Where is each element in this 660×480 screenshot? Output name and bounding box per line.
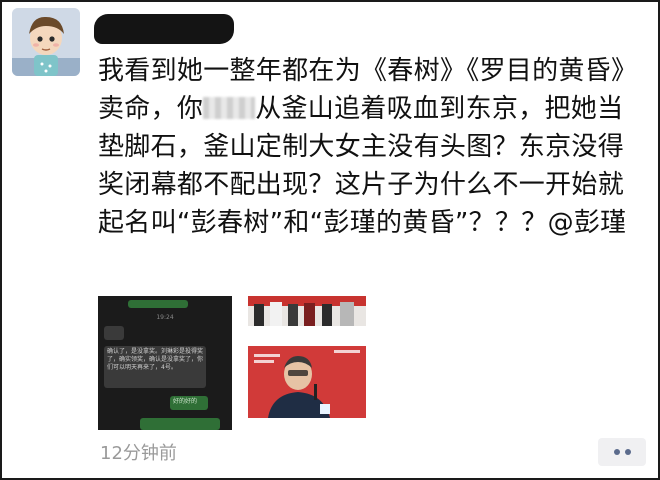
image-speaker[interactable] [248, 340, 366, 418]
avatar[interactable] [12, 8, 80, 76]
chat-bubble-bottom [140, 418, 220, 430]
moment-post: 我看到她一整年都在为《春树》《罗目的黄昏》卖命，你 从釜山追着吸血到东京，把她当垫… [0, 0, 660, 480]
more-actions-button[interactable] [598, 438, 646, 466]
redacted-name [203, 97, 256, 119]
image-chat-screenshot[interactable]: 19:24 确认了，是没拿奖。刘琳彩是投得奖了，确实领奖，确认是没拿奖了，你们可… [98, 296, 232, 430]
chat-bubble-message: 确认了，是没拿奖。刘琳彩是投得奖了，确实领奖，确认是没拿奖了，你们可以明天再来了… [104, 346, 206, 388]
chat-bubble-small [104, 326, 124, 340]
more-dots-icon [624, 449, 631, 455]
speaker-photo [248, 340, 366, 418]
image-event-crowd[interactable] [248, 296, 366, 326]
post-timestamp: 12分钟前 [100, 443, 177, 464]
avatar-cartoon-boy-icon [12, 8, 80, 76]
chat-time: 19:24 [156, 314, 174, 321]
chat-bubble-reply: 好的好的 [170, 396, 208, 410]
more-dots-icon [613, 449, 620, 455]
chat-bubble-top [128, 300, 188, 308]
username-redaction [94, 14, 234, 44]
event-crowd-photo [248, 296, 366, 326]
post-text: 我看到她一整年都在为《春树》《罗目的黄昏》卖命，你 从釜山追着吸血到东京，把她当垫… [98, 52, 646, 242]
